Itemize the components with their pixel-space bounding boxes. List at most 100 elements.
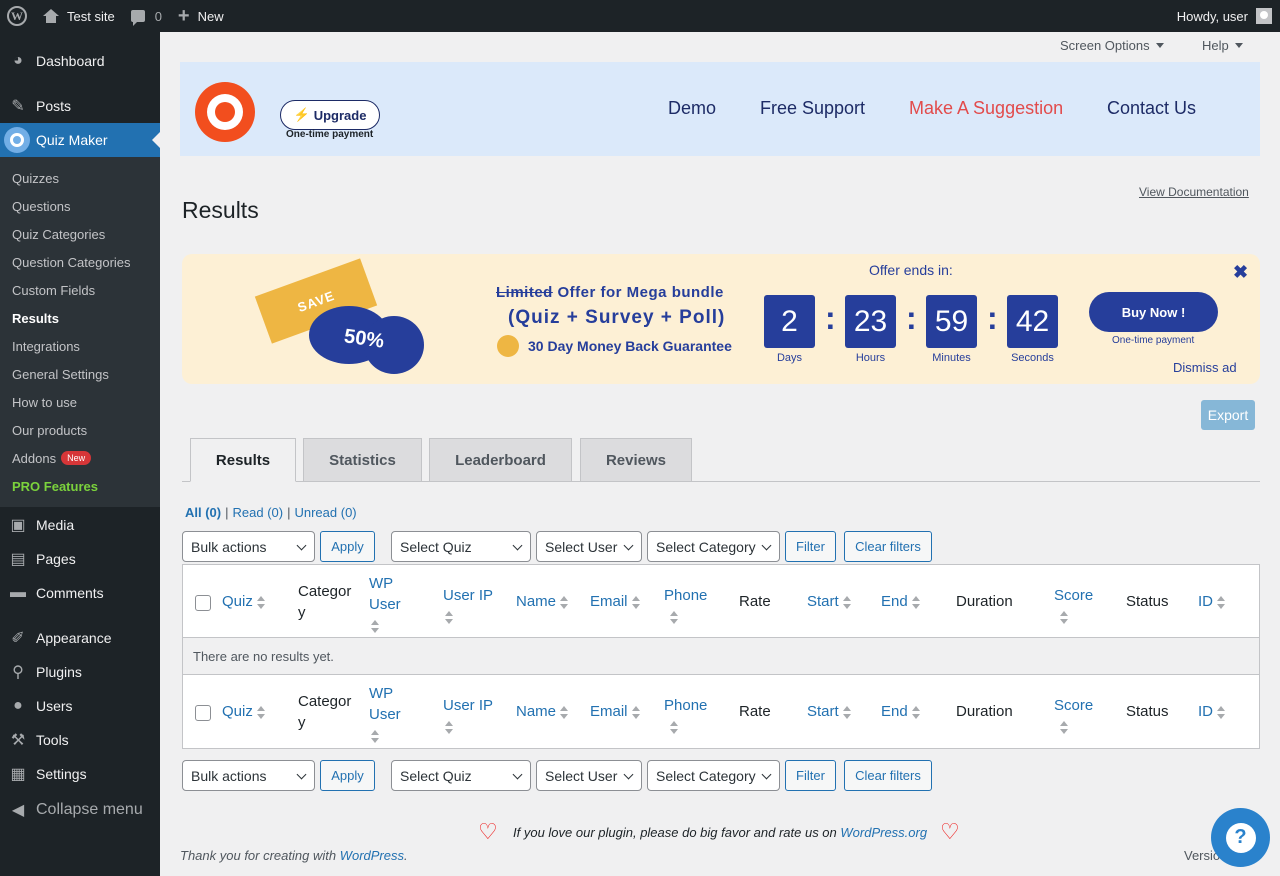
col-email[interactable]: Email (590, 593, 640, 610)
tab-leaderboard[interactable]: Leaderboard (429, 438, 572, 482)
collapse-menu[interactable]: ◀ Collapse menu (0, 793, 160, 827)
filter-read-link[interactable]: Read (0) (233, 505, 284, 520)
menu-quiz-maker[interactable]: Quiz Maker (0, 123, 160, 157)
submenu-our-products[interactable]: Our products (0, 416, 160, 444)
col-id-footer[interactable]: ID (1198, 703, 1225, 720)
filter-button-bottom[interactable]: Filter (785, 760, 836, 791)
col-start-footer[interactable]: Start (807, 703, 851, 720)
select-quiz-top[interactable]: Select Quiz (391, 531, 531, 562)
submenu-custom-fields[interactable]: Custom Fields (0, 276, 160, 304)
select-quiz-bottom[interactable]: Select Quiz (391, 760, 531, 791)
view-documentation-link[interactable]: View Documentation (1139, 185, 1249, 199)
menu-settings[interactable]: ▦ Settings (0, 757, 160, 791)
sort-icon (445, 720, 453, 734)
select-user-top[interactable]: Select User (536, 531, 642, 562)
col-id[interactable]: ID (1198, 593, 1225, 610)
menu-posts[interactable]: ✎ Posts (0, 89, 160, 123)
col-wp-user[interactable]: WP User (369, 573, 401, 636)
site-name-link[interactable]: Test site (35, 0, 123, 32)
apply-button-top[interactable]: Apply (320, 531, 375, 562)
menu-comments[interactable]: ▬ Comments (0, 576, 160, 610)
apply-button-bottom[interactable]: Apply (320, 760, 375, 791)
submenu-integrations[interactable]: Integrations (0, 332, 160, 360)
menu-media[interactable]: ▣ Media (0, 508, 160, 542)
clear-filters-button-bottom[interactable]: Clear filters (844, 760, 932, 791)
comments-icon: ▬ (10, 584, 26, 601)
submenu-addons[interactable]: Addons New (0, 444, 160, 472)
submenu-pro-features[interactable]: PRO Features (0, 472, 160, 500)
sort-icon (445, 610, 453, 624)
demo-link[interactable]: Demo (668, 98, 716, 119)
tab-statistics[interactable]: Statistics (303, 438, 422, 482)
close-icon[interactable]: ✖ (1233, 262, 1248, 283)
tab-reviews[interactable]: Reviews (580, 438, 692, 482)
submenu-question-categories[interactable]: Question Categories (0, 248, 160, 276)
buy-now-button[interactable]: Buy Now ! (1089, 292, 1218, 332)
col-phone-footer[interactable]: Phone (664, 695, 707, 737)
select-category-bottom[interactable]: Select Category (647, 760, 780, 791)
free-support-link[interactable]: Free Support (760, 98, 865, 119)
bulk-actions-select-bottom[interactable]: Bulk actions (182, 760, 315, 791)
sort-icon (911, 705, 920, 719)
select-all-checkbox[interactable] (195, 595, 211, 611)
heart-icon: ♡ (940, 819, 960, 844)
menu-appearance[interactable]: ✐ Appearance (0, 621, 160, 655)
contact-us-link[interactable]: Contact Us (1107, 98, 1196, 119)
filter-button-top[interactable]: Filter (785, 531, 836, 562)
submenu-quiz-categories[interactable]: Quiz Categories (0, 220, 160, 248)
col-email-footer[interactable]: Email (590, 703, 640, 720)
menu-users[interactable]: ● Users (0, 689, 160, 723)
select-category-top[interactable]: Select Category (647, 531, 780, 562)
col-phone[interactable]: Phone (664, 585, 707, 627)
new-content-link[interactable]: + New (170, 0, 232, 32)
select-all-checkbox-bottom[interactable] (195, 705, 211, 721)
screen-options-toggle[interactable]: Screen Options (1060, 38, 1164, 53)
wordpress-org-link[interactable]: WordPress.org (840, 825, 927, 840)
menu-pages[interactable]: ▤ Pages (0, 542, 160, 576)
col-name-footer[interactable]: Name (516, 703, 569, 720)
menu-quiz-maker-label: Quiz Maker (36, 132, 108, 148)
filter-all-link[interactable]: All (0) (185, 505, 221, 520)
col-name[interactable]: Name (516, 593, 569, 610)
clear-filters-button-top[interactable]: Clear filters (844, 531, 932, 562)
col-phone-label: Phone (664, 587, 708, 604)
col-user-ip[interactable]: User IP (443, 585, 493, 627)
upgrade-button[interactable]: ⚡ Upgrade (280, 100, 380, 130)
col-quiz-footer[interactable]: Quiz (222, 703, 265, 720)
wordpress-link[interactable]: WordPress (340, 848, 404, 863)
col-quiz[interactable]: Quiz (222, 593, 265, 610)
offer-title: Limited Offer for Mega bundle (496, 284, 724, 301)
col-score-footer[interactable]: Score (1054, 695, 1093, 737)
plus-icon: + (177, 5, 190, 27)
filter-unread-link[interactable]: Unread (0) (294, 505, 356, 520)
avatar (1256, 8, 1272, 24)
submenu-general-settings[interactable]: General Settings (0, 360, 160, 388)
menu-tools[interactable]: ⚒ Tools (0, 723, 160, 757)
col-user-ip-footer[interactable]: User IP (443, 695, 493, 737)
submenu-quizzes[interactable]: Quizzes (0, 164, 160, 192)
dismiss-ad-link[interactable]: Dismiss ad (1173, 360, 1237, 375)
select-user-bottom[interactable]: Select User (536, 760, 642, 791)
sort-icon (670, 610, 678, 624)
comments-link[interactable]: 0 (123, 0, 170, 32)
help-chat-button[interactable]: ? (1211, 808, 1270, 867)
col-score[interactable]: Score (1054, 585, 1093, 627)
admin-sidebar: ◕ Dashboard ✎ Posts Quiz Maker Quizzes Q… (0, 32, 160, 876)
wp-logo-menu[interactable]: W (0, 0, 35, 32)
menu-plugins[interactable]: ⚲ Plugins (0, 655, 160, 689)
tab-results[interactable]: Results (190, 438, 296, 482)
col-wp-user-footer[interactable]: WP User (369, 683, 401, 746)
make-suggestion-link[interactable]: Make A Suggestion (909, 98, 1063, 119)
countdown-hours: 23 (845, 295, 896, 348)
submenu-how-to-use[interactable]: How to use (0, 388, 160, 416)
col-end-footer[interactable]: End (881, 703, 920, 720)
menu-dashboard[interactable]: ◕ Dashboard (0, 44, 160, 78)
my-account-link[interactable]: Howdy, user (1169, 0, 1280, 32)
submenu-questions[interactable]: Questions (0, 192, 160, 220)
submenu-results[interactable]: Results (0, 304, 160, 332)
bulk-actions-select-top[interactable]: Bulk actions (182, 531, 315, 562)
col-end[interactable]: End (881, 593, 920, 610)
col-start[interactable]: Start (807, 593, 851, 610)
export-button[interactable]: Export (1201, 400, 1255, 430)
help-toggle[interactable]: Help (1202, 38, 1243, 53)
